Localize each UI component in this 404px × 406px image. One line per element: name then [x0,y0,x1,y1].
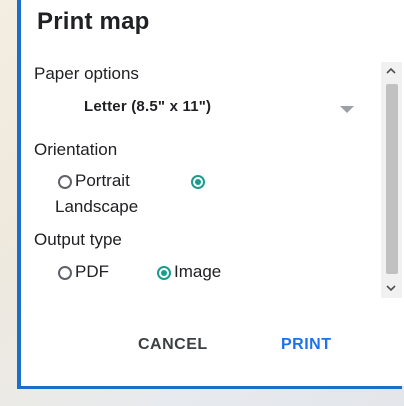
portrait-radio[interactable] [58,175,72,189]
image-label[interactable]: Image [174,262,221,282]
scroll-up-arrow[interactable] [381,62,402,80]
print-map-dialog [21,0,404,386]
orientation-label: Orientation [34,140,118,159]
print-button[interactable]: PRINT [281,336,332,354]
scroll-down-arrow[interactable] [381,280,402,298]
pdf-radio[interactable] [58,266,72,280]
dialog-title: Print map [37,8,150,35]
scroll-thumb[interactable] [386,84,398,274]
paper-size-select[interactable]: Letter (8.5" x 11") [64,98,364,124]
landscape-radio[interactable] [191,175,205,189]
landscape-label[interactable]: Landscape [55,197,138,217]
chevron-down-icon [340,106,354,113]
cancel-button[interactable]: CANCEL [138,336,208,354]
output-type-label: Output type [34,230,122,249]
portrait-label[interactable]: Portrait [75,171,130,191]
paper-size-value: Letter (8.5" x 11") [84,98,212,115]
chevron-up-icon [386,67,396,74]
dialog-scrollbar[interactable] [381,62,402,298]
paper-options-label: Paper options [34,64,139,83]
chevron-down-icon [386,285,396,292]
image-radio[interactable] [157,266,171,280]
pdf-label[interactable]: PDF [75,262,109,282]
